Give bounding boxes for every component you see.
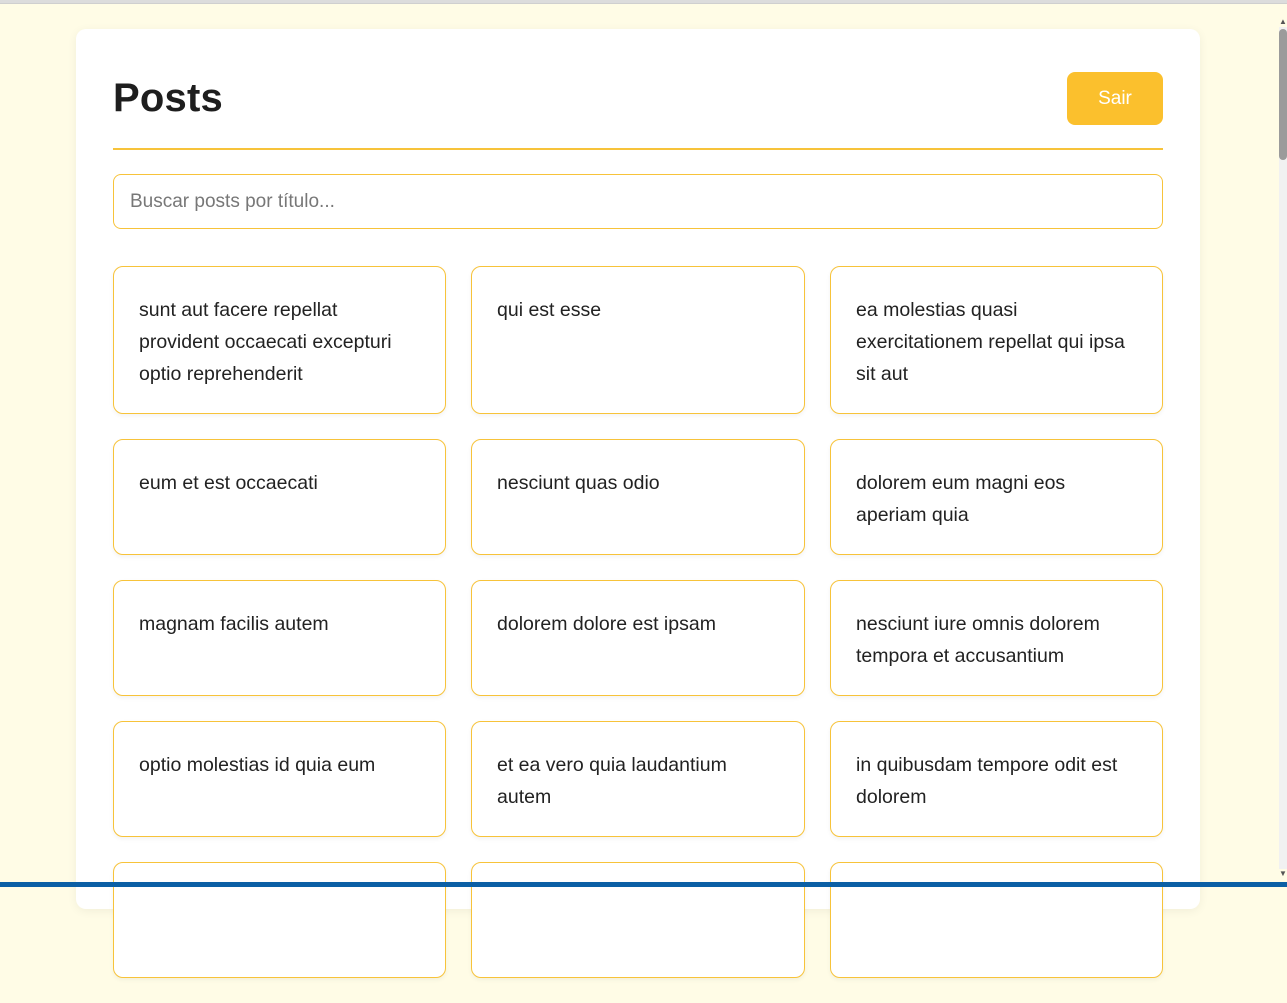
post-card[interactable]: in quibusdam tempore odit est dolorem: [830, 721, 1163, 837]
post-card[interactable]: eum et est occaecati: [113, 439, 446, 555]
post-card[interactable]: [113, 862, 446, 978]
chevron-down-icon[interactable]: ▼: [1279, 869, 1287, 879]
post-card[interactable]: nesciunt iure omnis dolorem tempora et a…: [830, 580, 1163, 696]
post-card[interactable]: [471, 862, 805, 978]
chevron-up-icon[interactable]: ▲: [1279, 17, 1287, 27]
post-card[interactable]: et ea vero quia laudantium autem: [471, 721, 805, 837]
post-card[interactable]: magnam facilis autem: [113, 580, 446, 696]
post-card[interactable]: ea molestias quasi exercitationem repell…: [830, 266, 1163, 414]
logout-button[interactable]: Sair: [1067, 72, 1163, 125]
page-header: Posts Sair: [113, 72, 1163, 150]
post-card[interactable]: dolorem eum magni eos aperiam quia: [830, 439, 1163, 555]
post-card[interactable]: optio molestias id quia eum: [113, 721, 446, 837]
post-card[interactable]: dolorem dolore est ipsam: [471, 580, 805, 696]
posts-grid: sunt aut facere repellat provident occae…: [113, 266, 1163, 1003]
page-title: Posts: [113, 76, 223, 120]
post-card[interactable]: nesciunt quas odio: [471, 439, 805, 555]
scrollbar-thumb[interactable]: [1279, 29, 1287, 160]
post-card[interactable]: [830, 862, 1163, 978]
post-card[interactable]: sunt aut facere repellat provident occae…: [113, 266, 446, 414]
posts-container: Posts Sair sunt aut facere repellat prov…: [76, 29, 1200, 978]
post-card[interactable]: qui est esse: [471, 266, 805, 414]
search-input[interactable]: [113, 174, 1163, 229]
taskbar-strip: [0, 882, 1287, 887]
page-scrollbar[interactable]: ▲ ▼: [1279, 17, 1287, 878]
browser-top-border: [0, 0, 1287, 4]
